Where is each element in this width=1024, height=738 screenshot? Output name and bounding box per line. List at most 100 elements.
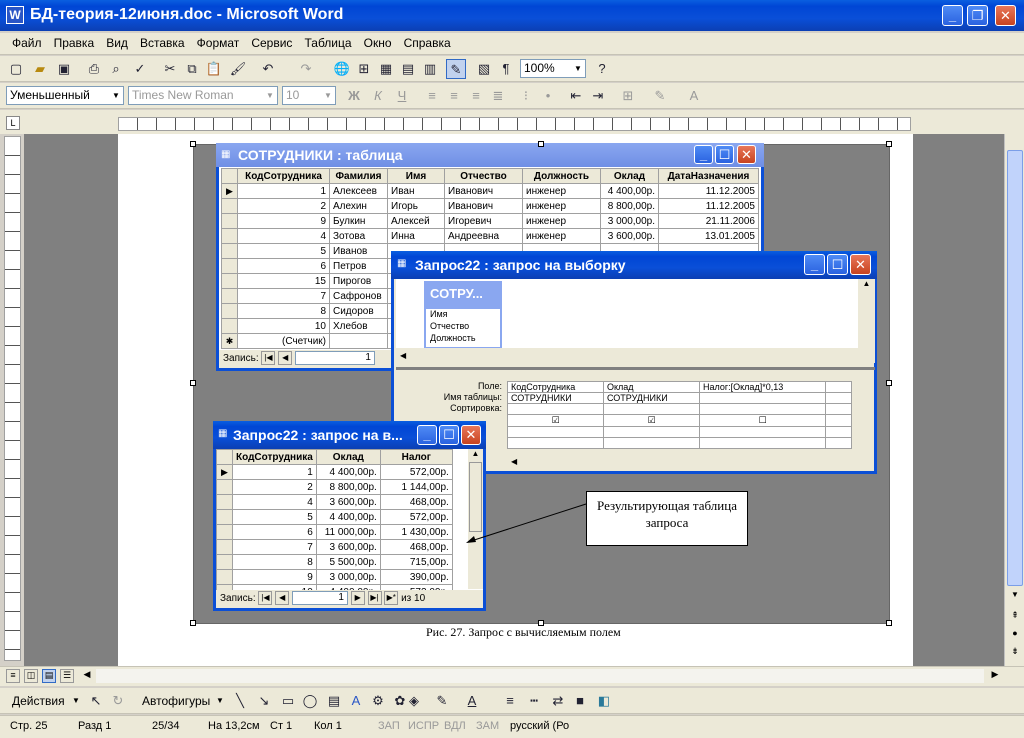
show-cell[interactable]: ☑ — [603, 414, 700, 427]
counter-cell[interactable]: (Счетчик) — [237, 333, 330, 349]
new-document-icon[interactable]: ▢ — [6, 59, 26, 79]
row-selector[interactable] — [221, 273, 238, 289]
column-header[interactable]: Имя — [387, 168, 445, 184]
table-row[interactable]: ▶ 1 4 400,00р. 572,00р. — [216, 464, 453, 480]
select-browse-object-icon[interactable]: ● — [1007, 628, 1023, 642]
selection-handle[interactable] — [190, 380, 196, 386]
app-title-bar[interactable]: W БД-теория-12июня.doc - Microsoft Word … — [0, 0, 1024, 31]
row-selector[interactable]: ▶ — [221, 183, 238, 199]
table-cell[interactable]: 3 000,00р. — [315, 569, 381, 585]
table-cell[interactable]: 3 000,00р. — [600, 213, 659, 229]
prev-record-icon[interactable]: ◀ — [278, 351, 293, 366]
undo-icon[interactable]: ↶ — [258, 59, 278, 79]
row-selector[interactable] — [221, 258, 238, 274]
selection-handle[interactable] — [886, 620, 892, 626]
table-pane-vscroll[interactable]: ▲ — [858, 279, 875, 363]
result-window[interactable]: ▦ Запрос22 : запрос на в... _ ☐ ✕ КодСот… — [213, 421, 486, 611]
table-cell[interactable]: Игоревич — [444, 213, 523, 229]
print-icon[interactable]: ⎙ — [84, 59, 104, 79]
table-cell[interactable]: 1 — [232, 464, 317, 480]
menu-help[interactable]: Справка — [404, 36, 451, 50]
drawing-icon[interactable]: ✎ — [446, 59, 466, 79]
column-header[interactable]: Налог — [379, 449, 453, 465]
or-cell[interactable] — [699, 437, 826, 449]
table-cell[interactable]: 3 600,00р. — [600, 228, 659, 244]
table-row[interactable]: 6 11 000,00р. 1 430,00р. — [216, 524, 453, 540]
menu-tools[interactable]: Сервис — [251, 36, 292, 50]
table-cell[interactable]: 21.11.2006 — [658, 213, 759, 229]
highlight-icon[interactable]: ✎ — [650, 86, 670, 106]
3d-icon[interactable]: ◧ — [594, 691, 614, 711]
table-cell[interactable]: 13.01.2005 — [658, 228, 759, 244]
table-cell[interactable]: 572,00р. — [379, 509, 453, 525]
table-cell[interactable]: 10 — [237, 318, 330, 334]
grid-hscroll[interactable]: ◀ — [507, 454, 857, 469]
table-cell[interactable]: 6 — [237, 258, 330, 274]
table-cell[interactable]: инженер — [522, 213, 601, 229]
minimize-button[interactable]: _ — [804, 254, 825, 275]
table-cell[interactable]: 7 — [232, 539, 317, 555]
normal-view-icon[interactable]: ≡ — [6, 669, 20, 683]
wordart-icon[interactable]: A — [346, 691, 366, 711]
scroll-left-icon[interactable]: ◀ — [511, 457, 517, 466]
table-cell[interactable]: 4 — [237, 228, 330, 244]
qbe-empty-cell[interactable] — [825, 426, 852, 438]
column-header[interactable]: Фамилия — [329, 168, 388, 184]
table-row[interactable]: 73 600,00р. 468,00р. — [216, 539, 453, 555]
field-cell[interactable]: Налог:[Оклад]*0,13 — [699, 381, 826, 393]
table-cell[interactable]: Иванов — [329, 243, 388, 259]
table-row[interactable]: 2 Алехин Игорь Иванович инженер 8 800,00р. 11.… — [221, 198, 759, 214]
align-left-icon[interactable]: ≡ — [422, 86, 442, 106]
scroll-left-icon[interactable]: ◀ — [400, 351, 406, 360]
table-cell[interactable]: 390,00р. — [379, 569, 453, 585]
employees-title-bar[interactable]: ▦ СОТРУДНИКИ : таблица _ ☐ ✕ — [216, 143, 764, 167]
row-selector[interactable] — [221, 228, 238, 244]
spelling-icon[interactable]: ✓ — [130, 59, 150, 79]
save-icon[interactable]: ▣ — [54, 59, 74, 79]
table-cell[interactable]: Сафронов — [329, 288, 388, 304]
table-cell[interactable]: Андреевна — [444, 228, 523, 244]
style-select[interactable]: Уменьшенный ▼ — [6, 86, 124, 105]
paste-icon[interactable]: 📋 — [204, 59, 224, 79]
field-list-title[interactable]: СОТРУ... — [426, 283, 500, 309]
table-cell[interactable]: 5 — [237, 243, 330, 259]
close-button[interactable]: ✕ — [461, 425, 481, 445]
table-cell[interactable]: 4 400,00р. — [315, 509, 381, 525]
qbe-empty-cell[interactable] — [825, 381, 852, 393]
prev-page-icon[interactable]: ⇞ — [1007, 610, 1023, 624]
redo-icon[interactable]: ↷ — [296, 59, 316, 79]
decrease-indent-icon[interactable]: ⇤ — [566, 86, 586, 106]
scroll-thumb[interactable] — [1007, 150, 1023, 586]
field-cell[interactable]: КодСотрудника — [507, 381, 604, 393]
menu-insert[interactable]: Вставка — [140, 36, 185, 50]
font-size-select[interactable]: 10 ▼ — [282, 86, 336, 105]
hyperlink-icon[interactable]: 🌐 — [332, 59, 352, 79]
table-cell[interactable]: Хлебов — [329, 318, 388, 334]
table-cell[interactable] — [329, 333, 388, 349]
increase-indent-icon[interactable]: ⇥ — [588, 86, 608, 106]
query-design-grid[interactable]: КодСотрудника Оклад Налог:[Оклад]*0,13 СОТР… — [507, 381, 852, 449]
table-cell[interactable]: 572,00р. — [379, 464, 453, 480]
table-cell[interactable]: 8 800,00р. — [315, 479, 381, 495]
outline-view-icon[interactable]: ☰ — [60, 669, 74, 683]
underline-icon[interactable]: Ч — [392, 86, 412, 106]
next-record-icon[interactable]: ▶ — [350, 591, 365, 606]
row-selector[interactable] — [216, 524, 233, 540]
menu-window[interactable]: Окно — [364, 36, 392, 50]
dash-style-icon[interactable]: ┅ — [524, 691, 544, 711]
maximize-button[interactable]: ☐ — [827, 254, 848, 275]
row-selector[interactable] — [221, 318, 238, 334]
show-cell[interactable]: ☑ — [507, 414, 604, 427]
select-objects-icon[interactable]: ↖ — [86, 691, 106, 711]
query-design-title-bar[interactable]: ▦ Запрос22 : запрос на выборку _ ☐ ✕ — [391, 251, 877, 279]
tab-selector[interactable]: L — [6, 116, 20, 130]
row-selector[interactable] — [221, 303, 238, 319]
tables-borders-icon[interactable]: ⊞ — [354, 59, 374, 79]
minimize-button[interactable]: _ — [417, 425, 437, 445]
table-cell[interactable]: 11 000,00р. — [315, 524, 381, 540]
table-cell[interactable]: 3 600,00р. — [315, 539, 381, 555]
show-cell[interactable]: ☐ — [699, 414, 826, 427]
table-row[interactable]: 54 400,00р. 572,00р. — [216, 509, 453, 525]
prev-record-icon[interactable]: ◀ — [275, 591, 290, 606]
text-box-icon[interactable]: ▤ — [324, 691, 344, 711]
